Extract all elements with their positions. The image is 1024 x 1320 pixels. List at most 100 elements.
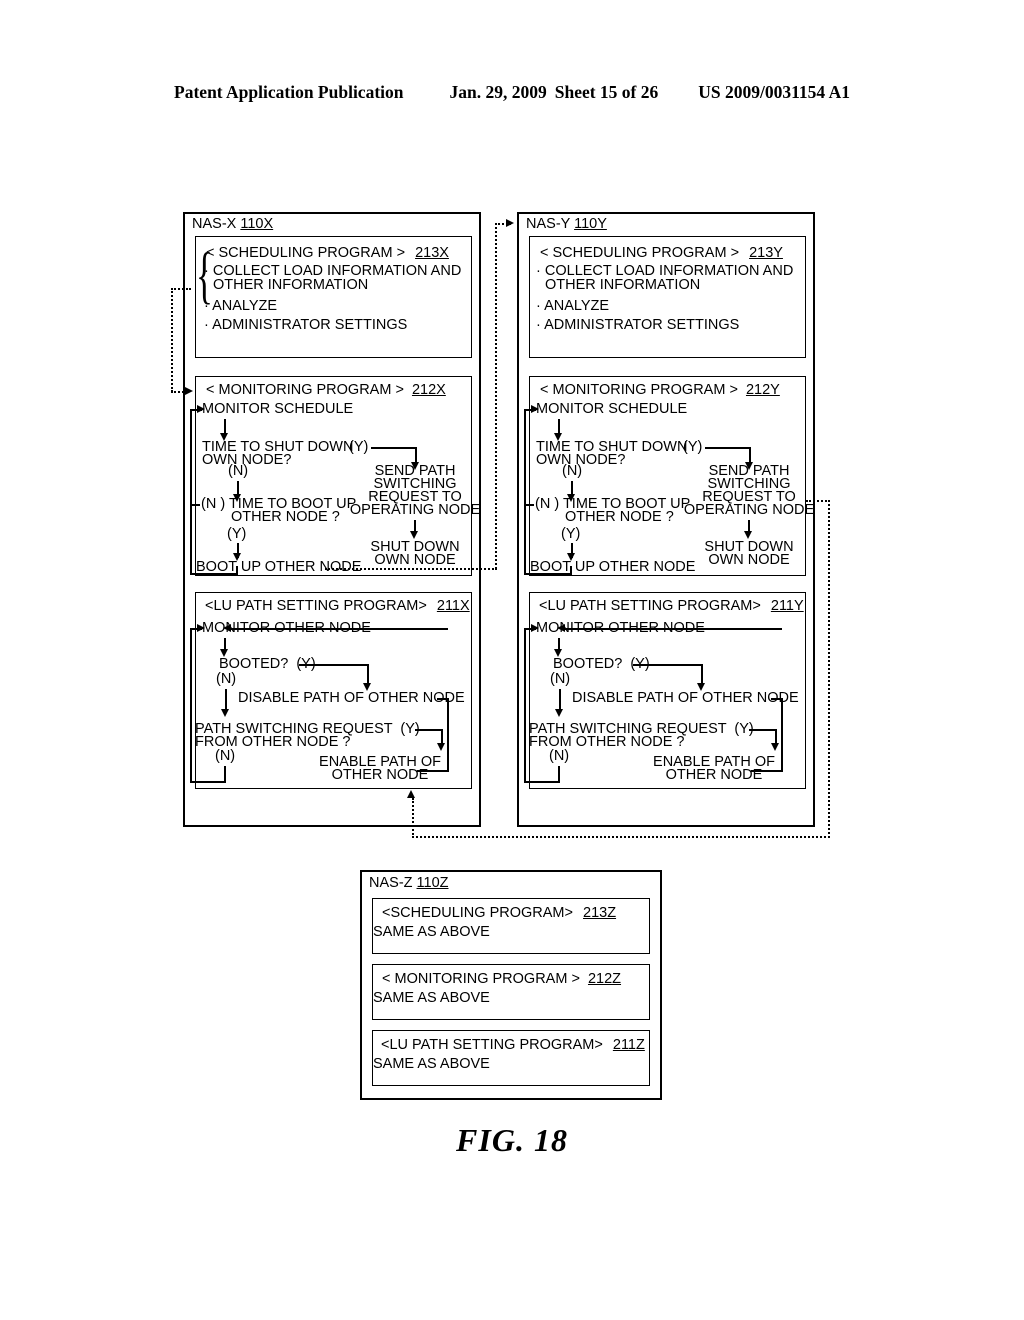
nas-x-scheduling-item-2: · ADMINISTRATOR SETTINGS (204, 317, 408, 333)
nas-x-label: NAS-X 110X (192, 216, 273, 232)
nas-x-lu-path-ref: 211X (436, 598, 470, 614)
bullet-icon: · (536, 298, 541, 314)
nas-x-scheduling-item-0-cont: OTHER INFORMATION (213, 277, 369, 293)
nas-x-shut-down-l2: OWN NODE (374, 552, 456, 568)
nas-z-label: NAS-Z 110Z (369, 875, 449, 891)
nas-z-ref: 110Z (416, 875, 449, 891)
nas-x-shutdown-yes: (Y) (349, 439, 369, 455)
nas-z-scheduling-ref: 213Z (583, 905, 617, 921)
nas-x-scheduling-ref: 213X (415, 245, 449, 261)
connector-x-monitoring-arrowhead (185, 387, 193, 395)
nas-x-booted-no: (N) (216, 671, 237, 687)
nas-x-monitor-schedule: MONITOR SCHEDULE (202, 401, 354, 417)
nas-z-monitoring-ref: 212Z (587, 971, 622, 987)
header-date: Jan. 29, 2009 (449, 82, 547, 102)
nas-y-label: NAS-Y 110Y (526, 216, 607, 232)
connector-x-bootup-to-y-v (495, 223, 497, 569)
angle-close-icon: > (396, 245, 406, 261)
nas-y-lu-path-title: <LU PATH SETTING PROGRAM> 211Y (539, 599, 804, 614)
nas-x-lu-path-title-text: LU PATH SETTING PROGRAM (213, 598, 419, 614)
nas-z-scheduling-title: <SCHEDULING PROGRAM> 213Z (382, 906, 616, 921)
nas-z-lu-path-title: <LU PATH SETTING PROGRAM> 211Z (381, 1038, 645, 1053)
header-patent-number: US 2009/0031154 A1 (698, 82, 850, 102)
angle-close-icon: > (594, 1037, 603, 1053)
nas-y-bootup-yes: (Y) (561, 526, 581, 542)
nas-x-scheduling-title: < SCHEDULING PROGRAM > 213X (206, 246, 449, 261)
bullet-icon: · (536, 317, 541, 333)
nas-y-scheduling-title-text: SCHEDULING PROGRAM (548, 245, 731, 261)
nas-y-send-path-l4: OPERATING NODE (683, 502, 815, 518)
nas-x-bootup-question-l2: OTHER NODE ? (231, 509, 340, 525)
connector-x-scheduling-to-monitoring-h-top (171, 288, 191, 290)
angle-close-icon: > (564, 905, 573, 921)
nas-x-send-path-l4: OPERATING NODE (349, 502, 481, 518)
nas-x-scheduling-item-1: · ANALYZE (204, 298, 278, 314)
nas-y-shutdown-yes: (Y) (683, 439, 703, 455)
nas-x-shutdown-no: (N) (228, 463, 249, 479)
figure-caption: FIG. 18 (456, 1122, 568, 1158)
connector-y-to-x-lupath-v (828, 500, 830, 838)
nas-y-psr-no: (N) (549, 748, 570, 764)
nas-y-monitoring-ref: 212Y (745, 382, 780, 398)
nas-x-scheduling-title-text: SCHEDULING PROGRAM (214, 245, 397, 261)
nas-y-scheduling-item-1: · ANALYZE (536, 298, 610, 314)
angle-close-icon: > (752, 598, 761, 614)
nas-z-lu-path-body: SAME AS ABOVE (373, 1056, 490, 1072)
nas-y-lu-path-title-text: LU PATH SETTING PROGRAM (547, 598, 753, 614)
page-header: Patent Application Publication Jan. 29, … (0, 82, 1024, 103)
connector-x-lupath-arrowhead (407, 790, 415, 798)
nas-x-monitoring-title: < MONITORING PROGRAM > 212X (206, 383, 446, 398)
connector-y-to-x-lupath-v-up (412, 798, 414, 838)
nas-z-lu-path-ref: 211Z (612, 1037, 645, 1053)
nas-x-monitoring-title-text: MONITORING PROGRAM (214, 382, 396, 398)
nas-z-scheduling-title-text: SCHEDULING PROGRAM (390, 905, 565, 921)
nas-x-bootup-no: (N ) (201, 496, 226, 512)
nas-y-monitoring-title: < MONITORING PROGRAM > 212Y (540, 383, 780, 398)
bullet-icon: · (204, 317, 209, 333)
connector-x-scheduling-to-monitoring-v (171, 288, 173, 392)
nas-y-lu-path-ref: 211Y (770, 598, 804, 614)
nas-y-shutdown-no: (N) (562, 463, 583, 479)
nas-y-shut-down-l2: OWN NODE (708, 552, 790, 568)
nas-y-scheduling-item-2: · ADMINISTRATOR SETTINGS (536, 317, 740, 333)
nas-y-scheduling-ref: 213Y (749, 245, 783, 261)
nas-y-disable-path: DISABLE PATH OF OTHER NODE (572, 690, 799, 706)
nas-y-scheduling-title: < SCHEDULING PROGRAM > 213Y (540, 246, 783, 261)
nas-x-ref: 110X (240, 216, 274, 232)
nas-x-psr-no: (N) (215, 748, 236, 764)
nas-y-ref: 110Y (574, 216, 607, 232)
nas-z-monitoring-title: < MONITORING PROGRAM > 212Z (382, 972, 621, 987)
nas-y-monitoring-title-text: MONITORING PROGRAM (548, 382, 730, 398)
nas-x-name: NAS-X (192, 216, 237, 232)
angle-close-icon: > (571, 971, 580, 987)
bullet-icon: · (204, 263, 209, 279)
bullet-icon: · (536, 263, 541, 279)
bullet-icon: · (204, 298, 209, 314)
angle-close-icon: > (730, 245, 740, 261)
nas-z-scheduling-body: SAME AS ABOVE (373, 924, 490, 940)
nas-z-monitoring-body: SAME AS ABOVE (373, 990, 490, 1006)
nas-y-monitor-schedule: MONITOR SCHEDULE (536, 401, 688, 417)
nas-y-scheduling-item-0-cont: OTHER INFORMATION (545, 277, 701, 293)
nas-y-booted-no: (N) (550, 671, 571, 687)
nas-z-lu-path-title-text: LU PATH SETTING PROGRAM (389, 1037, 595, 1053)
angle-close-icon: > (729, 382, 738, 398)
connector-y-to-x-lupath-h-bottom (412, 836, 830, 838)
nas-x-lu-path-title: <LU PATH SETTING PROGRAM> 211X (205, 599, 470, 614)
nas-x-booted-q-text: BOOTED? (219, 656, 289, 672)
nas-z-name: NAS-Z (369, 875, 413, 891)
connector-y-to-x-lupath-h-top (806, 500, 830, 502)
nas-x-bootup-yes: (Y) (227, 526, 247, 542)
nas-y-booted-q-text: BOOTED? (553, 656, 623, 672)
nas-y-bootup-question-l2: OTHER NODE ? (565, 509, 674, 525)
nas-x-monitoring-ref: 212X (411, 382, 446, 398)
angle-close-icon: > (395, 382, 404, 398)
connector-y-title-arrowhead (506, 219, 514, 227)
nas-x-disable-path: DISABLE PATH OF OTHER NODE (238, 690, 465, 706)
nas-y-name: NAS-Y (526, 216, 571, 232)
angle-close-icon: > (418, 598, 427, 614)
header-publication: Patent Application Publication (174, 82, 404, 102)
nas-y-bootup-no: (N ) (535, 496, 560, 512)
connector-x-bootup-to-y-h (325, 568, 497, 570)
header-sheet: Sheet 15 of 26 (554, 82, 659, 102)
